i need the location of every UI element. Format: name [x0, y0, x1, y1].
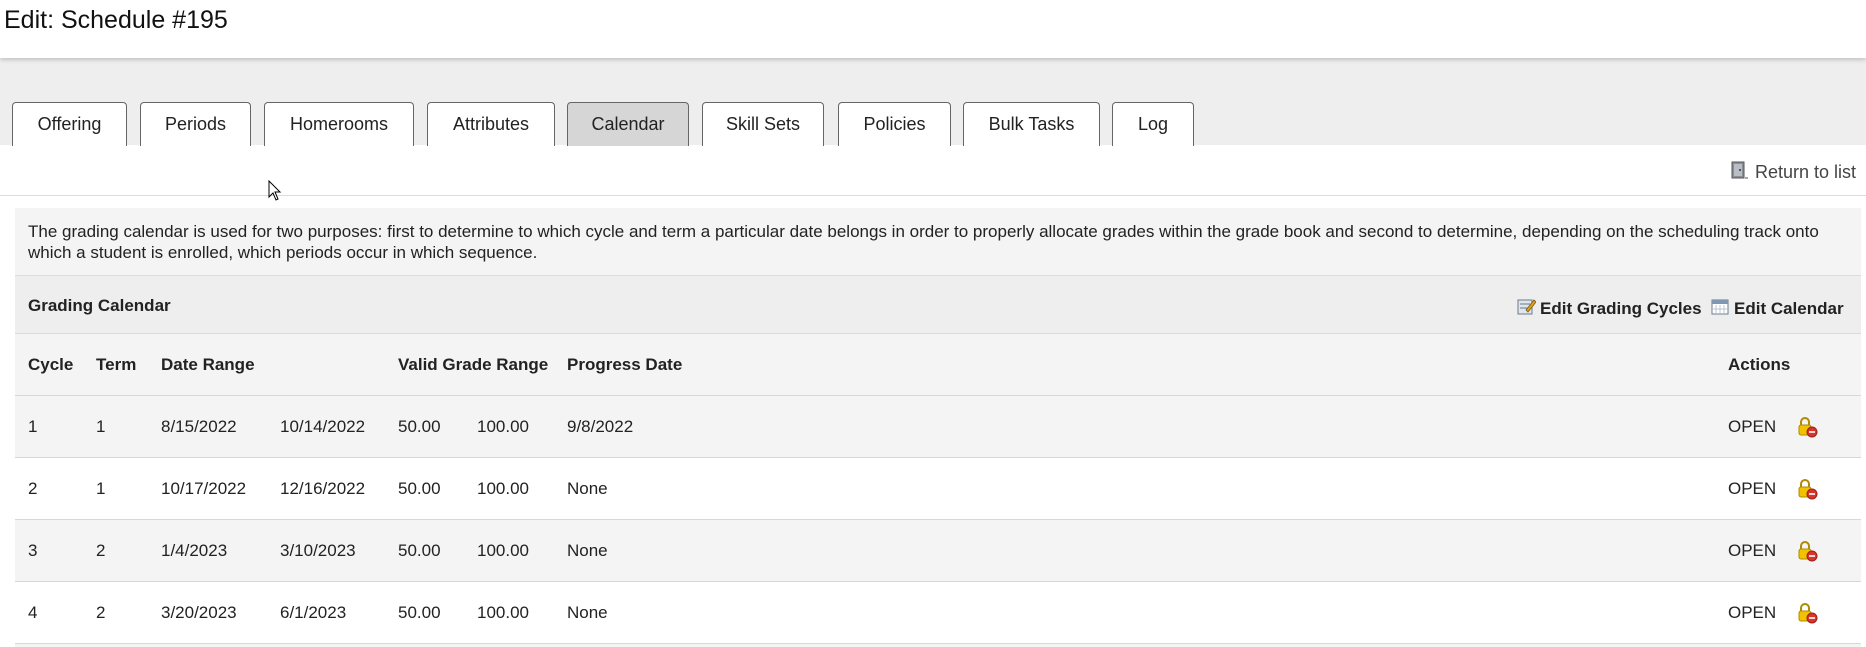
- cell-status: OPEN: [1728, 603, 1777, 622]
- cell-term: 2: [96, 603, 106, 622]
- cell-progress-date: None: [567, 541, 608, 560]
- cell-grade-min: 50.00: [398, 417, 441, 436]
- lock-icon[interactable]: [1796, 582, 1818, 644]
- cell-status: OPEN: [1728, 541, 1777, 560]
- mouse-cursor-icon: [268, 180, 282, 201]
- cell-term: 1: [96, 479, 106, 498]
- cell-term: 2: [96, 541, 106, 560]
- col-progress-date: Progress Date: [567, 355, 683, 374]
- edit-calendar-button[interactable]: Edit Calendar: [1710, 296, 1844, 321]
- cell-grade-max: 100.00: [477, 603, 529, 622]
- section-title: Grading Calendar: [28, 296, 171, 315]
- cell-grade-min: 50.00: [398, 541, 441, 560]
- cell-end-date: 3/10/2023: [280, 541, 356, 560]
- cell-cycle: 4: [28, 603, 38, 622]
- return-to-list-link[interactable]: Return to list: [1729, 160, 1856, 185]
- tab-log[interactable]: Log: [1112, 102, 1194, 146]
- lock-icon[interactable]: [1796, 458, 1818, 520]
- col-cycle: Cycle: [28, 355, 74, 374]
- table-row: 1 1 8/15/2022 10/14/2022 50.00 100.00 9/…: [15, 396, 1861, 458]
- edit-grading-cycles-button[interactable]: Edit Grading Cycles: [1516, 296, 1702, 321]
- cell-end-date: 6/1/2023: [280, 603, 347, 622]
- cell-grade-min: 50.00: [398, 479, 441, 498]
- cell-grade-max: 100.00: [477, 541, 529, 560]
- cell-end-date: 12/16/2022: [280, 479, 366, 498]
- calendar-description: The grading calendar is used for two pur…: [28, 222, 1819, 262]
- cell-status: OPEN: [1728, 417, 1777, 436]
- cell-start-date: 3/20/2023: [161, 603, 237, 622]
- cell-cycle: 3: [28, 541, 38, 560]
- cell-grade-min: 50.00: [398, 603, 441, 622]
- page-title: Edit: Schedule #195: [4, 6, 228, 34]
- tab-policies[interactable]: Policies: [838, 102, 951, 146]
- cell-progress-date: None: [567, 479, 608, 498]
- cell-progress-date: 9/8/2022: [567, 417, 634, 436]
- cell-grade-max: 100.00: [477, 479, 529, 498]
- edit-cycles-icon: [1516, 296, 1537, 321]
- table-row: 2 1 10/17/2022 12/16/2022 50.00 100.00 N…: [15, 458, 1861, 520]
- calendar-icon: [1710, 296, 1730, 321]
- tab-attributes[interactable]: Attributes: [427, 102, 555, 146]
- edit-cycles-label: Edit Grading Cycles: [1540, 298, 1702, 318]
- lock-icon[interactable]: [1796, 520, 1818, 582]
- cell-cycle: 1: [28, 417, 38, 436]
- tab-homerooms[interactable]: Homerooms: [264, 102, 414, 146]
- cell-progress-date: None: [567, 603, 608, 622]
- table-row: 3 2 1/4/2023 3/10/2023 50.00 100.00 None…: [15, 520, 1861, 582]
- cell-start-date: 8/15/2022: [161, 417, 237, 436]
- col-term: Term: [96, 355, 137, 374]
- cell-grade-max: 100.00: [477, 417, 529, 436]
- tab-offering[interactable]: Offering: [12, 102, 127, 146]
- col-date-range: Date Range: [161, 355, 255, 374]
- cell-status: OPEN: [1728, 479, 1777, 498]
- cell-end-date: 10/14/2022: [280, 417, 366, 436]
- tab-skill-sets[interactable]: Skill Sets: [702, 102, 824, 146]
- cell-start-date: 1/4/2023: [161, 541, 228, 560]
- tab-periods[interactable]: Periods: [140, 102, 251, 146]
- page-header: Edit: Schedule #195: [0, 0, 1866, 58]
- cell-start-date: 10/17/2022: [161, 479, 247, 498]
- edit-calendar-label: Edit Calendar: [1734, 298, 1844, 318]
- tab-bulk-tasks[interactable]: Bulk Tasks: [963, 102, 1100, 146]
- cell-cycle: 2: [28, 479, 38, 498]
- lock-icon[interactable]: [1796, 396, 1818, 458]
- tab-calendar[interactable]: Calendar: [567, 102, 689, 146]
- col-valid-grade-range: Valid Grade Range: [398, 355, 549, 374]
- door-icon: [1729, 160, 1749, 185]
- table-row: 4 2 3/20/2023 6/1/2023 50.00 100.00 None…: [15, 582, 1861, 644]
- return-to-list-label: Return to list: [1754, 162, 1856, 182]
- cell-term: 1: [96, 417, 106, 436]
- col-actions: Actions: [1728, 355, 1791, 374]
- table-header-row: Cycle Term Date Range Valid Grade Range …: [15, 334, 1861, 396]
